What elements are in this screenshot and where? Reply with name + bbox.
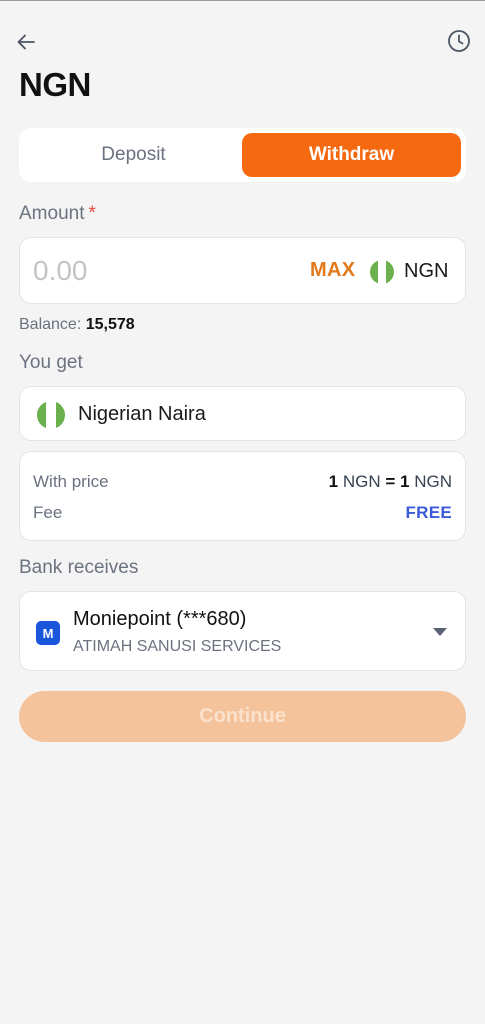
rate-right-amount: 1 xyxy=(400,472,410,491)
balance-value: 15,578 xyxy=(85,316,135,333)
rate-equals: = xyxy=(385,472,396,491)
rate-left-amount: 1 xyxy=(328,472,339,491)
you-get-label: You get xyxy=(19,352,83,373)
history-button[interactable] xyxy=(445,27,473,55)
fee-value: FREE xyxy=(405,503,452,522)
withdraw-screen: NGN Deposit Withdraw Amount* MAX NGN Bal… xyxy=(0,0,485,1024)
top-divider xyxy=(0,0,485,1)
fee-label: Fee xyxy=(33,503,63,522)
exchange-rate: 1 NGN = 1 NGN xyxy=(329,472,452,492)
tab-deposit[interactable]: Deposit xyxy=(24,133,243,177)
continue-button[interactable]: Continue xyxy=(19,691,466,742)
bank-account-select[interactable]: M Moniepoint (***680) ATIMAH SANUSI SERV… xyxy=(19,591,466,671)
chevron-down-icon xyxy=(433,628,447,636)
deposit-withdraw-switch: Deposit Withdraw xyxy=(19,128,466,182)
arrow-left-icon xyxy=(17,34,35,50)
price-summary-card: With price 1 NGN = 1 NGN Fee FREE xyxy=(19,451,466,541)
bank-account-holder: ATIMAH SANUSI SERVICES xyxy=(73,638,282,655)
receive-currency-field: Nigerian Naira xyxy=(19,386,466,441)
max-button[interactable]: MAX xyxy=(310,259,355,282)
moniepoint-logo-icon: M xyxy=(36,621,60,645)
amount-input[interactable] xyxy=(33,252,283,290)
receive-currency-name: Nigerian Naira xyxy=(78,403,206,425)
balance-label: Balance: xyxy=(19,316,82,333)
balance-row: Balance: 15,578 xyxy=(19,316,135,334)
tab-withdraw[interactable]: Withdraw xyxy=(242,133,461,177)
rate-left-unit: NGN xyxy=(342,472,381,491)
clock-icon xyxy=(448,30,470,52)
amount-field: MAX NGN xyxy=(19,237,466,304)
page-title: NGN xyxy=(19,66,91,103)
nigeria-flag-icon xyxy=(370,260,394,284)
bank-account-name: Moniepoint (***680) xyxy=(73,608,247,630)
bank-receives-label: Bank receives xyxy=(19,557,139,578)
with-price-label: With price xyxy=(33,472,109,491)
rate-right-unit: NGN xyxy=(414,472,452,491)
required-mark: * xyxy=(88,203,96,224)
amount-currency-code: NGN xyxy=(404,260,449,282)
amount-label-text: Amount xyxy=(19,203,85,224)
back-button[interactable] xyxy=(12,28,40,56)
nigeria-flag-icon xyxy=(37,401,65,429)
amount-label: Amount * xyxy=(19,203,96,225)
